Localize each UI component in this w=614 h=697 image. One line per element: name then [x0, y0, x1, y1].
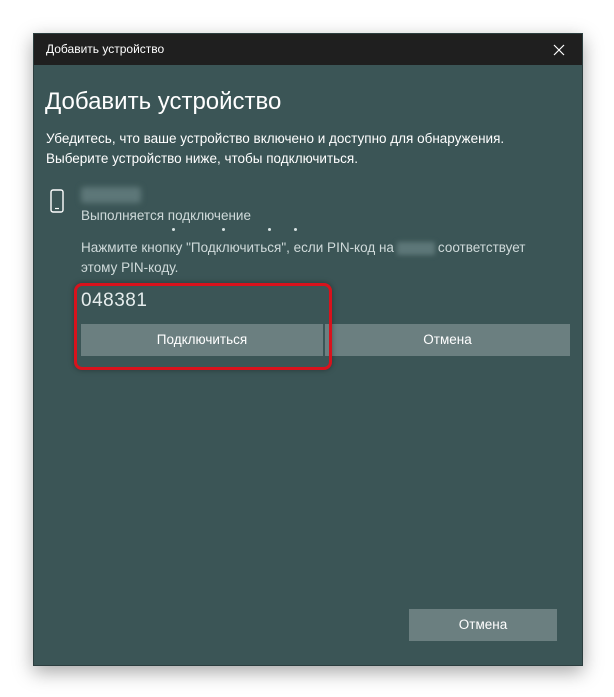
intro-line-2: Выберите устройство ниже, чтобы подключи… — [46, 151, 358, 166]
progress-indicator — [172, 228, 312, 234]
intro-text: Убедитесь, что ваше устройство включено … — [46, 129, 556, 169]
cancel-inline-button[interactable]: Отмена — [325, 324, 570, 356]
pin-hint-before: Нажмите кнопку "Подключиться", если PIN-… — [81, 240, 394, 255]
highlight-annotation — [74, 283, 332, 370]
phone-icon — [50, 189, 64, 213]
close-button[interactable] — [536, 34, 582, 65]
progress-dot — [294, 228, 297, 231]
pin-hint: Нажмите кнопку "Подключиться", если PIN-… — [81, 238, 551, 278]
progress-dot — [222, 228, 225, 231]
progress-dot — [172, 228, 175, 231]
connection-status: Выполняется подключение — [81, 208, 251, 223]
window-title: Добавить устройство — [46, 42, 165, 56]
close-icon — [553, 44, 565, 56]
page-title: Добавить устройство — [45, 88, 282, 115]
device-name — [81, 187, 141, 203]
intro-line-1: Убедитесь, что ваше устройство включено … — [46, 131, 505, 146]
progress-dot — [268, 228, 271, 231]
blurred-device-name — [396, 241, 435, 255]
title-bar: Добавить устройство — [34, 34, 582, 65]
cancel-button[interactable]: Отмена — [409, 609, 557, 641]
